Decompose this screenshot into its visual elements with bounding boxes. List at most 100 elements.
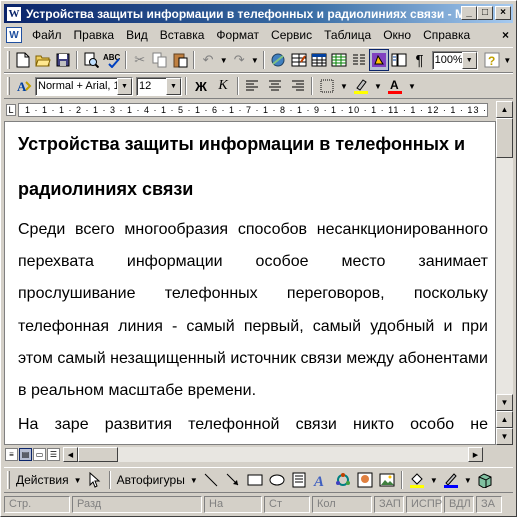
scroll-down-button[interactable]: ▼ [496, 394, 513, 411]
line-color-dropdown-icon[interactable]: ▼ [462, 469, 474, 491]
bold-button[interactable]: Ж [190, 75, 212, 97]
scroll-thumb[interactable] [496, 118, 513, 158]
document-heading[interactable]: Устройства защиты информации в телефонны… [18, 122, 488, 212]
menu-window[interactable]: Окно [377, 28, 417, 42]
paste-icon[interactable] [170, 49, 190, 71]
horizontal-ruler[interactable]: 1 · 1 · 1 · 2 · 1 · 3 · 1 · 4 · 1 · 5 · … [18, 103, 488, 117]
autoshapes-dropdown-icon[interactable]: ▼ [188, 469, 200, 491]
horizontal-scrollbar[interactable]: ◀ ▶ [63, 447, 483, 462]
scroll-right-button[interactable]: ▶ [468, 447, 483, 462]
rectangle-icon[interactable] [244, 469, 266, 491]
horizontal-scroll-thumb[interactable] [78, 447, 118, 462]
status-extend[interactable]: ВДЛ [444, 496, 474, 513]
menu-file[interactable]: Файл [26, 28, 68, 42]
menu-view[interactable]: Вид [120, 28, 154, 42]
document-close-button[interactable]: × [502, 28, 509, 42]
columns-icon[interactable] [349, 49, 369, 71]
highlight-dropdown-icon[interactable]: ▼ [372, 75, 384, 97]
previous-page-button[interactable]: ▲ [496, 411, 513, 428]
actions-dropdown-icon[interactable]: ▼ [72, 469, 84, 491]
font-color-icon[interactable]: A [384, 75, 406, 97]
outline-view-button[interactable]: ☰ [47, 448, 60, 461]
print-preview-icon[interactable] [81, 49, 101, 71]
drawing-icon[interactable] [369, 49, 390, 71]
next-page-button[interactable]: ▼ [496, 428, 513, 445]
font-size-combo[interactable]: 12 ▼ [136, 76, 182, 96]
actions-menu[interactable]: Действия [13, 473, 72, 487]
redo-icon[interactable]: ↷ [229, 49, 249, 71]
document-map-icon[interactable] [389, 49, 409, 71]
toolbar-options-icon[interactable]: ▼ [502, 49, 513, 71]
align-right-icon[interactable] [286, 75, 308, 97]
italic-button[interactable]: К [212, 75, 234, 97]
borders-dropdown-icon[interactable]: ▼ [338, 75, 350, 97]
print-layout-button[interactable]: ▭ [33, 448, 46, 461]
menu-tools[interactable]: Сервис [265, 28, 318, 42]
fill-color-icon[interactable] [406, 469, 428, 491]
minimize-button[interactable]: _ [461, 6, 477, 20]
scroll-left-button[interactable]: ◀ [63, 447, 78, 462]
open-folder-icon[interactable] [33, 49, 53, 71]
borders-icon[interactable] [316, 75, 338, 97]
insert-excel-icon[interactable] [329, 49, 349, 71]
cut-icon[interactable]: ✂ [130, 49, 150, 71]
zoom-combo[interactable]: 100% ▼ [431, 50, 478, 70]
font-color-dropdown-icon[interactable]: ▼ [406, 75, 418, 97]
autoshapes-menu[interactable]: Автофигуры [114, 473, 188, 487]
textbox-icon[interactable] [288, 469, 310, 491]
spelling-icon[interactable]: ABC [101, 49, 121, 71]
font-size-dropdown-arrow[interactable]: ▼ [166, 77, 181, 95]
toolbar-grip[interactable] [7, 471, 10, 489]
scroll-up-button[interactable]: ▲ [496, 101, 513, 118]
wordart-icon[interactable]: A [310, 469, 332, 491]
menu-format[interactable]: Формат [210, 28, 265, 42]
diagram-icon[interactable] [332, 469, 354, 491]
toolbar-grip[interactable] [7, 51, 10, 69]
style-dropdown-arrow[interactable]: ▼ [117, 77, 132, 95]
status-track[interactable]: ИСПР [406, 496, 442, 513]
redo-dropdown-icon[interactable]: ▼ [249, 49, 260, 71]
close-button[interactable]: × [495, 6, 511, 20]
oval-icon[interactable] [266, 469, 288, 491]
normal-view-button[interactable]: ≡ [5, 448, 18, 461]
hyperlink-icon[interactable] [268, 49, 288, 71]
styles-formatting-icon[interactable]: A [13, 75, 35, 97]
title-bar[interactable]: W Устройства защиты информации в телефон… [4, 4, 513, 23]
maximize-button[interactable]: □ [477, 6, 493, 20]
zoom-dropdown-arrow[interactable]: ▼ [461, 51, 477, 69]
document-paragraph[interactable]: На заре развития телефонной связи никто … [18, 409, 488, 444]
menu-edit[interactable]: Правка [68, 28, 121, 42]
align-center-icon[interactable] [264, 75, 286, 97]
tab-selector[interactable]: L [6, 104, 16, 116]
insert-table-icon[interactable] [309, 49, 329, 71]
menu-help[interactable]: Справка [417, 28, 476, 42]
undo-dropdown-icon[interactable]: ▼ [218, 49, 229, 71]
document-content[interactable]: Устройства защиты информации в телефонны… [18, 122, 488, 444]
status-overwrite[interactable]: ЗА [476, 496, 502, 513]
document-icon[interactable]: W [6, 27, 22, 43]
fill-color-dropdown-icon[interactable]: ▼ [428, 469, 440, 491]
line-icon[interactable] [200, 469, 222, 491]
style-combo[interactable]: Normal + Arial, 1 ▼ [35, 76, 133, 96]
document-area[interactable]: Устройства защиты информации в телефонны… [4, 121, 496, 445]
align-left-icon[interactable] [242, 75, 264, 97]
status-rec[interactable]: ЗАП [374, 496, 404, 513]
tables-borders-icon[interactable] [288, 49, 308, 71]
clipart-icon[interactable] [354, 469, 376, 491]
undo-icon[interactable]: ↶ [198, 49, 218, 71]
toolbar-grip[interactable] [7, 77, 10, 95]
help-icon[interactable]: ? [482, 49, 502, 71]
vertical-scrollbar[interactable]: ▲ ▼ ▲ ▼ [496, 101, 513, 445]
highlight-icon[interactable] [350, 75, 372, 97]
document-paragraph[interactable]: Среди всего многообразия способов несанк… [18, 214, 488, 407]
copy-icon[interactable] [150, 49, 170, 71]
menu-insert[interactable]: Вставка [154, 28, 211, 42]
3d-style-icon[interactable] [474, 469, 496, 491]
arrow-icon[interactable] [222, 469, 244, 491]
line-color-icon[interactable] [440, 469, 462, 491]
show-hide-formatting-icon[interactable]: ¶ [409, 49, 429, 71]
word-app-icon[interactable]: W [6, 5, 22, 22]
menu-table[interactable]: Таблица [318, 28, 377, 42]
save-icon[interactable] [53, 49, 73, 71]
web-view-button[interactable]: ▤ [19, 448, 32, 461]
